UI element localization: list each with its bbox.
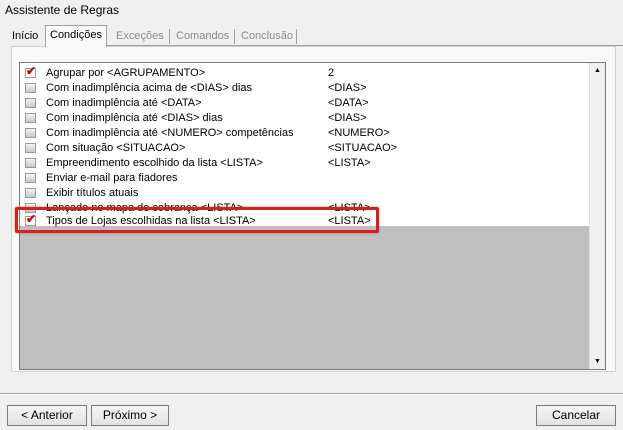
condition-row-agrupar[interactable]: ✔ Agrupar por <AGRUPAMENTO> 2 (20, 64, 589, 81)
conditions-rows: ✔ Agrupar por <AGRUPAMENTO> 2 Com inadim… (20, 63, 589, 227)
tab-strip: Início Condições Exceções Comandos Concl… (8, 25, 623, 47)
checkmark-icon: ✔ (26, 64, 37, 78)
condition-label: Empreendimento escolhido da lista <LISTA… (46, 157, 263, 169)
checkbox[interactable] (25, 83, 36, 93)
tab-inicio[interactable]: Início (8, 27, 42, 46)
checkbox[interactable] (25, 143, 36, 153)
condition-value: <DIAS> (328, 112, 367, 124)
next-button[interactable]: Próximo > (91, 405, 169, 426)
divider (0, 394, 623, 395)
tab-excecoes: Exceções (116, 30, 164, 42)
condition-row[interactable]: Com inadimplência acima de <DIAS> dias <… (20, 81, 589, 96)
condition-row[interactable]: Com inadimplência até <DIAS> dias <DIAS> (20, 111, 589, 126)
tab-separator (234, 29, 235, 44)
condition-label: Com inadimplência acima de <DIAS> dias (46, 82, 253, 94)
tab-separator (169, 29, 170, 44)
condition-row[interactable]: Enviar e-mail para fiadores (20, 171, 589, 186)
condition-label: Com inadimplência até <NUMERO> competênc… (46, 127, 294, 139)
condition-value: <LISTA> (328, 157, 371, 169)
window-title: Assistente de Regras (5, 3, 120, 17)
condition-label: Com inadimplência até <DATA> (46, 97, 202, 109)
scroll-down-icon[interactable]: ▼ (590, 354, 605, 369)
condition-label: Com inadimplência até <DIAS> dias (46, 112, 223, 124)
condition-value: <DATA> (328, 97, 369, 109)
condition-row[interactable]: Exibir títulos atuais (20, 186, 589, 201)
checkbox[interactable] (25, 98, 36, 108)
previous-button[interactable]: < Anterior (7, 405, 87, 426)
condition-row[interactable]: Com inadimplência até <DATA> <DATA> (20, 96, 589, 111)
condition-value: <NUMERO> (328, 127, 390, 139)
condition-label: Enviar e-mail para fiadores (46, 172, 178, 184)
condition-label: Agrupar por <AGRUPAMENTO> (46, 67, 206, 79)
checkbox[interactable] (25, 128, 36, 138)
checkbox[interactable] (25, 188, 36, 198)
condition-value: <SITUACAO> (328, 142, 398, 154)
checkbox[interactable] (25, 113, 36, 123)
checkbox[interactable] (25, 173, 36, 183)
highlight-box (15, 207, 379, 233)
condition-label: Com situação <SITUACAO> (46, 142, 186, 154)
checkbox[interactable] (25, 158, 36, 168)
condition-row[interactable]: Com inadimplência até <NUMERO> competênc… (20, 126, 589, 141)
condition-label: Exibir títulos atuais (46, 187, 139, 199)
tab-separator (296, 29, 297, 44)
checkbox-checked[interactable]: ✔ (25, 64, 36, 78)
tab-comandos: Comandos (176, 30, 230, 42)
condition-row[interactable]: Empreendimento escolhido da lista <LISTA… (20, 156, 589, 171)
tab-conclusao: Conclusão (241, 30, 293, 42)
tab-condicoes[interactable]: Condições (45, 25, 107, 47)
condition-value: 2 (328, 67, 335, 79)
cancel-button[interactable]: Cancelar (536, 405, 616, 426)
condition-row[interactable]: Com situação <SITUACAO> <SITUACAO> (20, 141, 589, 156)
scroll-up-icon[interactable]: ▲ (590, 63, 605, 78)
condition-value: <DIAS> (328, 82, 367, 94)
vertical-scrollbar[interactable]: ▲ ▼ (589, 63, 605, 369)
